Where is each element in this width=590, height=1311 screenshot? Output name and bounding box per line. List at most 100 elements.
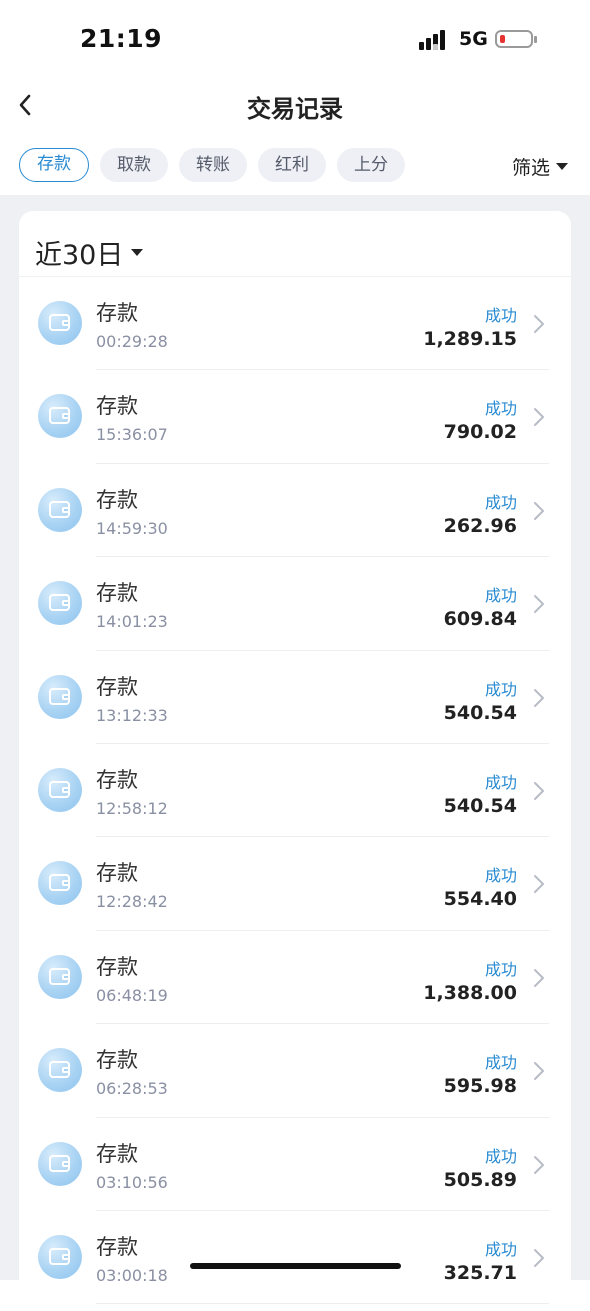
wallet-icon bbox=[38, 1234, 82, 1279]
transaction-amount: 1,388.00 bbox=[423, 981, 517, 1004]
chevron-right-icon bbox=[534, 501, 544, 520]
wallet-icon bbox=[38, 1048, 82, 1093]
transaction-row[interactable]: 存款 12:58:12 成功 540.54 bbox=[19, 744, 571, 838]
transaction-type: 存款 bbox=[96, 861, 138, 886]
transaction-row[interactable]: 存款 03:10:56 成功 505.89 bbox=[19, 1118, 571, 1211]
transaction-row[interactable]: 存款 13:12:33 成功 540.54 bbox=[19, 651, 571, 744]
chevron-right-icon bbox=[534, 781, 544, 800]
tab-deposit[interactable]: 存款 bbox=[19, 148, 89, 182]
date-range-label: 近30日 bbox=[35, 240, 124, 271]
transaction-type: 存款 bbox=[96, 581, 138, 606]
transaction-amount: 595.98 bbox=[443, 1075, 517, 1098]
wallet-icon bbox=[38, 394, 82, 439]
wallet-icon bbox=[38, 767, 82, 812]
transaction-list: 存款 00:29:28 成功 1,289.15 存款 15:36:07 成功 790.02 存款… bbox=[19, 277, 571, 1305]
transaction-time: 14:59:30 bbox=[96, 518, 168, 538]
wallet-icon bbox=[38, 954, 82, 999]
transaction-time: 12:28:42 bbox=[96, 892, 168, 912]
transaction-row[interactable]: 存款 06:48:19 成功 1,388.00 bbox=[19, 931, 571, 1025]
chevron-right-icon bbox=[534, 1062, 544, 1081]
date-range-selector[interactable]: 近30日 bbox=[35, 233, 144, 272]
tab-withdraw[interactable]: 取款 bbox=[100, 148, 168, 182]
transaction-status: 成功 bbox=[484, 679, 517, 699]
filter-button[interactable]: 筛选 bbox=[512, 153, 568, 180]
battery-icon bbox=[495, 30, 537, 48]
signal-icon bbox=[419, 28, 451, 50]
nav-header: 交易记录 bbox=[0, 80, 590, 132]
chevron-right-icon bbox=[534, 875, 544, 894]
transaction-amount: 325.71 bbox=[443, 1261, 517, 1284]
transaction-status: 成功 bbox=[484, 959, 517, 979]
transaction-time: 03:10:56 bbox=[96, 1172, 168, 1192]
transaction-type: 存款 bbox=[96, 1234, 138, 1259]
transaction-type: 存款 bbox=[96, 394, 138, 419]
transaction-time: 00:29:28 bbox=[96, 332, 168, 351]
transaction-row[interactable]: 存款 03:00:18 成功 325.71 bbox=[19, 1211, 571, 1305]
chevron-right-icon bbox=[534, 408, 544, 427]
transaction-amount: 505.89 bbox=[443, 1168, 517, 1191]
wallet-icon bbox=[38, 301, 82, 345]
type-tabs: 存款 取款 转账 红利 上分 bbox=[19, 148, 405, 182]
transaction-status: 成功 bbox=[484, 866, 517, 886]
transaction-type: 存款 bbox=[96, 674, 138, 699]
transaction-time: 12:58:12 bbox=[96, 798, 168, 818]
transaction-time: 06:28:53 bbox=[96, 1079, 168, 1099]
tab-bonus[interactable]: 红利 bbox=[258, 148, 326, 182]
transaction-type: 存款 bbox=[96, 487, 138, 512]
transaction-type: 存款 bbox=[96, 1048, 138, 1073]
transaction-status: 成功 bbox=[484, 492, 517, 512]
transaction-time: 14:01:23 bbox=[96, 612, 168, 632]
transaction-type: 存款 bbox=[96, 1141, 138, 1166]
chevron-right-icon bbox=[534, 1248, 544, 1267]
transaction-time: 13:12:33 bbox=[96, 705, 168, 725]
transaction-amount: 262.96 bbox=[443, 514, 517, 537]
transaction-status: 成功 bbox=[484, 1239, 517, 1259]
transactions-card: 近30日 存款 00:29:28 成功 1,289.15 存款 15:36:07 成功 790… bbox=[19, 211, 571, 1311]
transaction-amount: 554.40 bbox=[443, 888, 517, 911]
home-indicator bbox=[190, 1263, 401, 1269]
transaction-status: 成功 bbox=[484, 306, 517, 325]
status-time: 21:19 bbox=[80, 24, 163, 53]
transaction-status: 成功 bbox=[484, 772, 517, 792]
transaction-type: 存款 bbox=[96, 954, 138, 979]
transaction-row[interactable]: 存款 14:01:23 成功 609.84 bbox=[19, 557, 571, 651]
wallet-icon bbox=[38, 581, 82, 626]
chevron-right-icon bbox=[534, 315, 544, 333]
network-type: 5G bbox=[459, 28, 488, 50]
transaction-row[interactable]: 存款 15:36:07 成功 790.02 bbox=[19, 370, 571, 464]
chevron-right-icon bbox=[534, 595, 544, 614]
page-title: 交易记录 bbox=[247, 95, 343, 123]
filter-label: 筛选 bbox=[511, 157, 550, 179]
chevron-right-icon bbox=[534, 688, 544, 707]
transaction-row[interactable]: 存款 06:28:53 成功 595.98 bbox=[19, 1024, 571, 1118]
caret-down-icon bbox=[131, 249, 144, 256]
transaction-amount: 790.02 bbox=[443, 421, 517, 444]
wallet-icon bbox=[38, 1141, 82, 1186]
transaction-row[interactable]: 存款 00:29:28 成功 1,289.15 bbox=[19, 277, 571, 371]
transaction-row[interactable]: 存款 12:28:42 成功 554.40 bbox=[19, 837, 571, 931]
caret-down-icon bbox=[556, 163, 568, 170]
status-bar: 21:19 5G bbox=[0, 0, 590, 80]
transaction-status: 成功 bbox=[484, 1053, 517, 1073]
wallet-icon bbox=[38, 487, 82, 532]
transaction-status: 成功 bbox=[484, 399, 517, 419]
transaction-type: 存款 bbox=[96, 301, 138, 325]
transaction-time: 06:48:19 bbox=[96, 985, 168, 1005]
transaction-time: 15:36:07 bbox=[96, 425, 168, 445]
transaction-status: 成功 bbox=[484, 586, 517, 606]
tab-transfer[interactable]: 转账 bbox=[179, 148, 247, 182]
chevron-right-icon bbox=[534, 1155, 544, 1174]
transaction-amount: 540.54 bbox=[443, 794, 517, 817]
transaction-amount: 609.84 bbox=[443, 608, 517, 631]
chevron-right-icon bbox=[534, 968, 544, 987]
wallet-icon bbox=[38, 861, 82, 906]
transaction-status: 成功 bbox=[484, 1146, 517, 1166]
transaction-time: 03:00:18 bbox=[96, 1265, 168, 1285]
transaction-type: 存款 bbox=[96, 767, 138, 792]
transaction-amount: 540.54 bbox=[443, 701, 517, 724]
transaction-amount: 1,289.15 bbox=[423, 328, 517, 350]
row-divider bbox=[96, 1303, 549, 1305]
transaction-row[interactable]: 存款 14:59:30 成功 262.96 bbox=[19, 464, 571, 558]
tab-credit[interactable]: 上分 bbox=[337, 148, 405, 182]
wallet-icon bbox=[38, 674, 82, 719]
